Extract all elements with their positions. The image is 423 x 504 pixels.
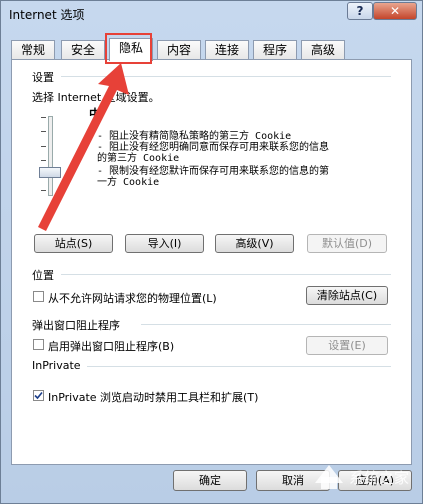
tab-security[interactable]: 安全 — [61, 40, 105, 60]
popup-settings-button: 设置(E) — [306, 336, 388, 355]
close-button[interactable]: ✕ — [373, 2, 417, 20]
tab-programs[interactable]: 程序 — [253, 40, 297, 60]
window-title: Internet 选项 — [9, 8, 85, 22]
title-bar: Internet 选项 ? ✕ — [1, 1, 422, 27]
import-button[interactable]: 导入(I) — [125, 234, 204, 253]
tab-content[interactable]: 内容 — [157, 40, 201, 60]
help-button[interactable]: ? — [347, 2, 373, 20]
watermark-logo: 系统之家 — [315, 465, 409, 489]
popup-blocker-label: 启用弹出窗口阻止程序(B) — [48, 340, 175, 353]
sites-button[interactable]: 站点(S) — [34, 234, 113, 253]
popup-divider — [141, 324, 391, 325]
internet-options-dialog: Internet 选项 ? ✕ 常规 安全 隐私 内容 连接 程序 高级 设置 … — [0, 0, 423, 504]
ok-button[interactable]: 确定 — [173, 470, 247, 491]
default-button: 默认值(D) — [307, 234, 387, 253]
watermark-text: 系统之家 — [349, 469, 409, 487]
block-location-checkbox[interactable] — [33, 291, 44, 302]
location-group-label: 位置 — [32, 269, 54, 282]
inprivate-disable-toolbars-checkbox[interactable] — [33, 390, 44, 401]
privacy-tab-highlight — [105, 33, 152, 64]
red-arrow-icon — [38, 63, 129, 231]
tab-general[interactable]: 常规 — [11, 40, 55, 60]
inprivate-divider — [87, 366, 391, 367]
tab-advanced[interactable]: 高级 — [301, 40, 345, 60]
tab-connections[interactable]: 连接 — [205, 40, 249, 60]
advanced-button[interactable]: 高级(V) — [215, 234, 294, 253]
location-divider — [61, 274, 391, 275]
checkmark-icon — [34, 391, 43, 400]
clear-sites-button[interactable]: 清除站点(C) — [306, 286, 388, 305]
block-location-label: 从不允许网站请求您的物理位置(L) — [48, 292, 217, 305]
inprivate-group-label: InPrivate — [32, 359, 81, 372]
popup-group-label: 弹出窗口阻止程序 — [32, 319, 120, 332]
popup-blocker-checkbox[interactable] — [33, 339, 44, 350]
inprivate-disable-toolbars-label: InPrivate 浏览启动时禁用工具栏和扩展(T) — [48, 391, 259, 404]
